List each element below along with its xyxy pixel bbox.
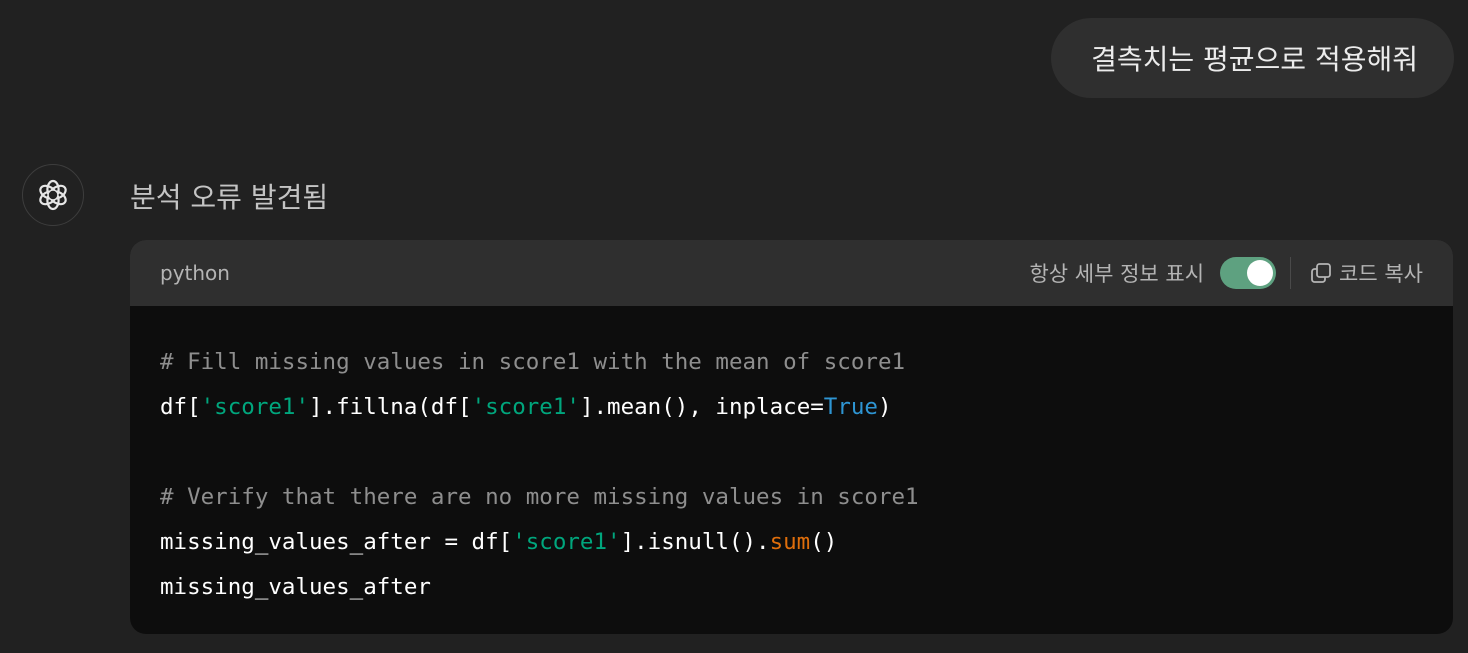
copy-code-button[interactable]: 코드 복사 (1309, 258, 1423, 288)
copy-icon (1311, 263, 1331, 283)
code-token: missing_values_after (160, 574, 431, 600)
code-keyword: True (823, 394, 878, 420)
code-header-actions: 항상 세부 정보 표시 코드 복사 (1029, 257, 1423, 289)
show-details-label: 항상 세부 정보 표시 (1029, 262, 1205, 286)
analysis-status[interactable]: 분석 오류 발견됨 (130, 176, 328, 216)
toggle-knob (1247, 260, 1274, 286)
code-line: missing_values_after = df['score1'].isnu… (160, 520, 1423, 565)
code-token: ) (877, 394, 892, 420)
header-divider (1290, 257, 1292, 289)
code-token: ].isnull(). (620, 529, 770, 555)
code-string: 'score1' (471, 394, 580, 420)
code-token: df[ (160, 394, 201, 420)
code-line: df['score1'].fillna(df['score1'].mean(),… (160, 385, 1423, 430)
code-string: 'score1' (200, 394, 310, 420)
code-builtin: sum (769, 529, 811, 555)
user-message-text: 결측치는 평균으로 적용해줘 (1091, 43, 1418, 76)
code-language-label: python (160, 261, 230, 285)
code-block-header: python 항상 세부 정보 표시 코드 복사 (130, 240, 1453, 306)
code-token: ].fillna(df[ (309, 394, 472, 420)
code-string: 'score1' (512, 529, 621, 555)
code-token: ].mean(), inplace= (579, 394, 824, 420)
copy-code-label: 코드 복사 (1339, 262, 1423, 286)
code-line: # Verify that there are no more missing … (160, 475, 1423, 520)
code-block: python 항상 세부 정보 표시 코드 복사 # Fill missing … (130, 240, 1453, 634)
code-token: missing_values_after = df[ (160, 529, 513, 555)
show-details-toggle[interactable] (1220, 257, 1277, 289)
user-message-bubble: 결측치는 평균으로 적용해줘 (1051, 18, 1454, 98)
code-line: missing_values_after (160, 565, 1423, 610)
code-comment: # Fill missing values in score1 with the… (160, 349, 906, 375)
openai-logo-icon (39, 179, 67, 211)
code-line: # Fill missing values in score1 with the… (160, 340, 1423, 385)
assistant-avatar (22, 164, 84, 226)
code-body: # Fill missing values in score1 with the… (130, 306, 1453, 610)
code-comment: # Verify that there are no more missing … (160, 484, 919, 510)
code-token: () (810, 529, 838, 555)
